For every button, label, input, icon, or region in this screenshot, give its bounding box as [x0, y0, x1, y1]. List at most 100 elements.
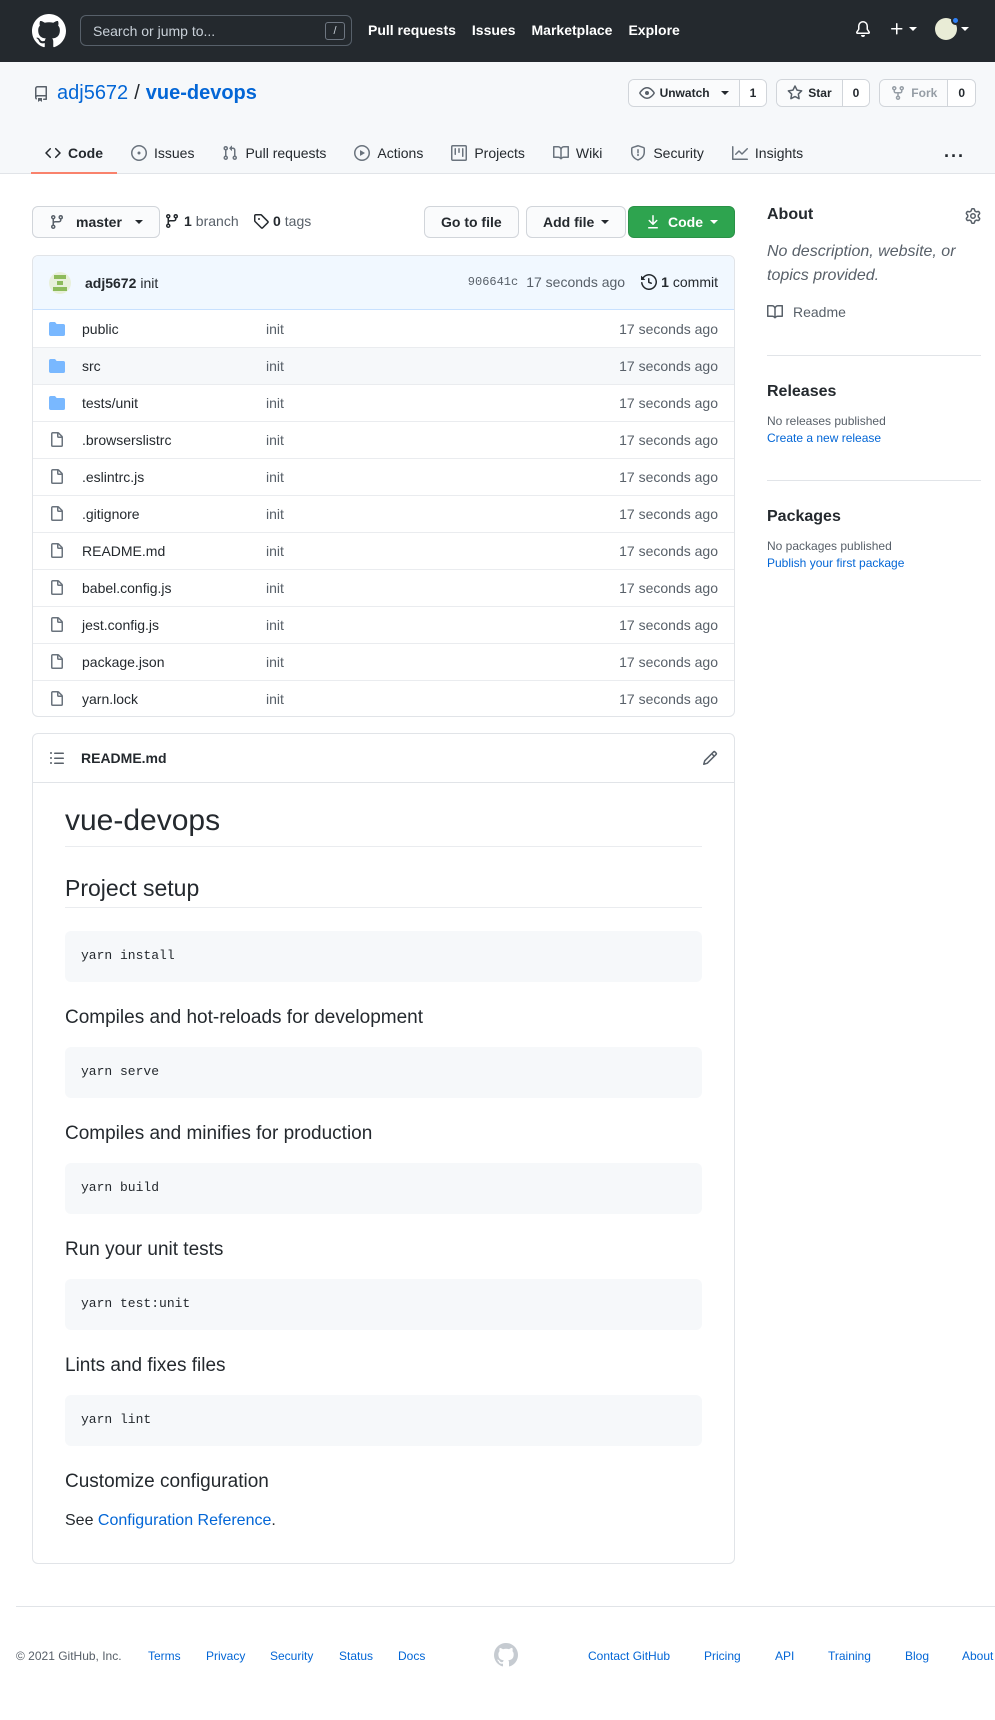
readme-sidebar-link[interactable]: Readme	[767, 304, 981, 320]
create-new-plus-icon[interactable]	[889, 21, 917, 37]
file-row[interactable]: .gitignore init 17 seconds ago	[33, 495, 734, 532]
create-release-link[interactable]: Create a new release	[767, 431, 981, 445]
file-name-link[interactable]: src	[82, 358, 101, 374]
footer-link-blog[interactable]: Blog	[905, 1649, 929, 1663]
file-commit-message-link[interactable]: init	[266, 543, 284, 559]
file-row[interactable]: src init 17 seconds ago	[33, 347, 734, 384]
code-download-button[interactable]: Code	[628, 206, 735, 238]
bell-icon[interactable]	[855, 21, 871, 37]
file-row[interactable]: README.md init 17 seconds ago	[33, 532, 734, 569]
file-name-link[interactable]: jest.config.js	[82, 617, 159, 633]
gear-icon[interactable]	[965, 208, 981, 224]
footer-link-docs[interactable]: Docs	[398, 1649, 425, 1663]
readme-filename[interactable]: README.md	[81, 750, 167, 766]
file-row[interactable]: jest.config.js init 17 seconds ago	[33, 606, 734, 643]
tab-pull-requests[interactable]: Pull requests	[208, 134, 340, 174]
file-commit-message-link[interactable]: init	[266, 358, 284, 374]
graph-icon	[731, 145, 748, 161]
tab-issues[interactable]: Issues	[117, 134, 208, 174]
fork-button-group: Fork 0	[879, 79, 976, 107]
footer-link-contact[interactable]: Contact GitHub	[588, 1649, 670, 1663]
file-commit-message-link[interactable]: init	[266, 691, 284, 707]
file-row[interactable]: public init 17 seconds ago	[33, 310, 734, 347]
commit-sha-link[interactable]: 906641c	[468, 275, 518, 289]
footer-link-pricing[interactable]: Pricing	[704, 1649, 741, 1663]
search-input[interactable]: Search or jump to... /	[80, 15, 352, 46]
tag-count: 0	[273, 213, 281, 229]
commit-message-link[interactable]: init	[140, 275, 158, 291]
watch-button[interactable]: Unwatch	[628, 80, 739, 106]
heading-project-setup: Project setup	[65, 875, 702, 908]
fork-button[interactable]: Fork	[880, 80, 948, 106]
file-commit-message-link[interactable]: init	[266, 506, 284, 522]
footer-link-api[interactable]: API	[775, 1649, 794, 1663]
star-button[interactable]: Star	[777, 80, 842, 106]
footer-link-training[interactable]: Training	[828, 1649, 871, 1663]
more-options-kebab-icon[interactable]: ···	[944, 146, 965, 167]
tab-insights[interactable]: Insights	[718, 134, 817, 174]
pencil-icon[interactable]	[702, 750, 718, 766]
file-commit-message-link[interactable]: init	[266, 617, 284, 633]
file-name-link[interactable]: .browserslistrc	[82, 432, 171, 448]
footer-link-privacy[interactable]: Privacy	[206, 1649, 245, 1663]
file-age: 17 seconds ago	[619, 654, 718, 670]
file-commit-message-link[interactable]: init	[266, 580, 284, 596]
fork-count[interactable]: 0	[947, 80, 975, 106]
repo-owner-link[interactable]: adj5672	[57, 82, 128, 105]
file-commit-message-link[interactable]: init	[266, 432, 284, 448]
packages-empty-text: No packages published	[767, 539, 892, 553]
file-commit-message-link[interactable]: init	[266, 469, 284, 485]
footer-link-status[interactable]: Status	[339, 1649, 373, 1663]
file-name-link[interactable]: package.json	[82, 654, 165, 670]
tab-actions[interactable]: Actions	[340, 134, 437, 174]
avatar	[935, 16, 960, 40]
commit-author-link[interactable]: adj5672	[85, 275, 136, 291]
add-file-button[interactable]: Add file	[526, 206, 627, 238]
file-commit-message-link[interactable]: init	[266, 654, 284, 670]
file-row[interactable]: package.json init 17 seconds ago	[33, 643, 734, 680]
go-to-file-button[interactable]: Go to file	[424, 206, 519, 238]
commit-history-link[interactable]: 1 commit	[641, 274, 718, 290]
tab-code[interactable]: Code	[31, 134, 117, 174]
file-name-link[interactable]: babel.config.js	[82, 580, 172, 596]
file-commit-message-link[interactable]: init	[266, 321, 284, 337]
tab-security[interactable]: Security	[616, 134, 718, 174]
github-mark-icon[interactable]	[494, 1643, 518, 1667]
releases-title[interactable]: Releases	[767, 383, 981, 401]
branches-link[interactable]: 1 branch	[164, 213, 239, 229]
file-name-link[interactable]: .eslintrc.js	[82, 469, 144, 485]
file-row[interactable]: .eslintrc.js init 17 seconds ago	[33, 458, 734, 495]
footer-link-about[interactable]: About	[962, 1649, 993, 1663]
repo-name-link[interactable]: vue-devops	[146, 82, 257, 105]
publish-package-link[interactable]: Publish your first package	[767, 556, 981, 570]
footer-link-security[interactable]: Security	[270, 1649, 313, 1663]
user-avatar-menu[interactable]	[935, 16, 969, 40]
file-row[interactable]: .browserslistrc init 17 seconds ago	[33, 421, 734, 458]
avatar[interactable]	[49, 271, 71, 294]
file-name-link[interactable]: .gitignore	[82, 506, 140, 522]
github-logo-icon[interactable]	[32, 14, 66, 48]
nav-issues[interactable]: Issues	[472, 22, 516, 38]
file-commit-message-link[interactable]: init	[266, 395, 284, 411]
watch-count[interactable]: 1	[738, 80, 767, 106]
config-reference-link[interactable]: Configuration Reference	[98, 1512, 271, 1529]
branch-select-button[interactable]: master	[32, 206, 160, 238]
file-name-link[interactable]: tests/unit	[82, 395, 138, 411]
file-name-link[interactable]: yarn.lock	[82, 691, 138, 707]
file-name-link[interactable]: public	[82, 321, 119, 337]
file-row[interactable]: tests/unit init 17 seconds ago	[33, 384, 734, 421]
list-unordered-icon[interactable]	[49, 750, 65, 766]
packages-title[interactable]: Packages	[767, 508, 981, 526]
file-row[interactable]: babel.config.js init 17 seconds ago	[33, 569, 734, 606]
tags-link[interactable]: 0 tags	[253, 213, 311, 229]
nav-marketplace[interactable]: Marketplace	[532, 22, 613, 38]
branch-name: master	[76, 214, 122, 230]
footer-link-terms[interactable]: Terms	[148, 1649, 181, 1663]
tab-projects[interactable]: Projects	[437, 134, 539, 174]
tab-wiki[interactable]: Wiki	[539, 134, 616, 174]
file-row[interactable]: yarn.lock init 17 seconds ago	[33, 680, 734, 716]
nav-explore[interactable]: Explore	[628, 22, 679, 38]
star-count[interactable]: 0	[841, 80, 870, 106]
file-name-link[interactable]: README.md	[82, 543, 165, 559]
nav-pull-requests[interactable]: Pull requests	[368, 22, 456, 38]
